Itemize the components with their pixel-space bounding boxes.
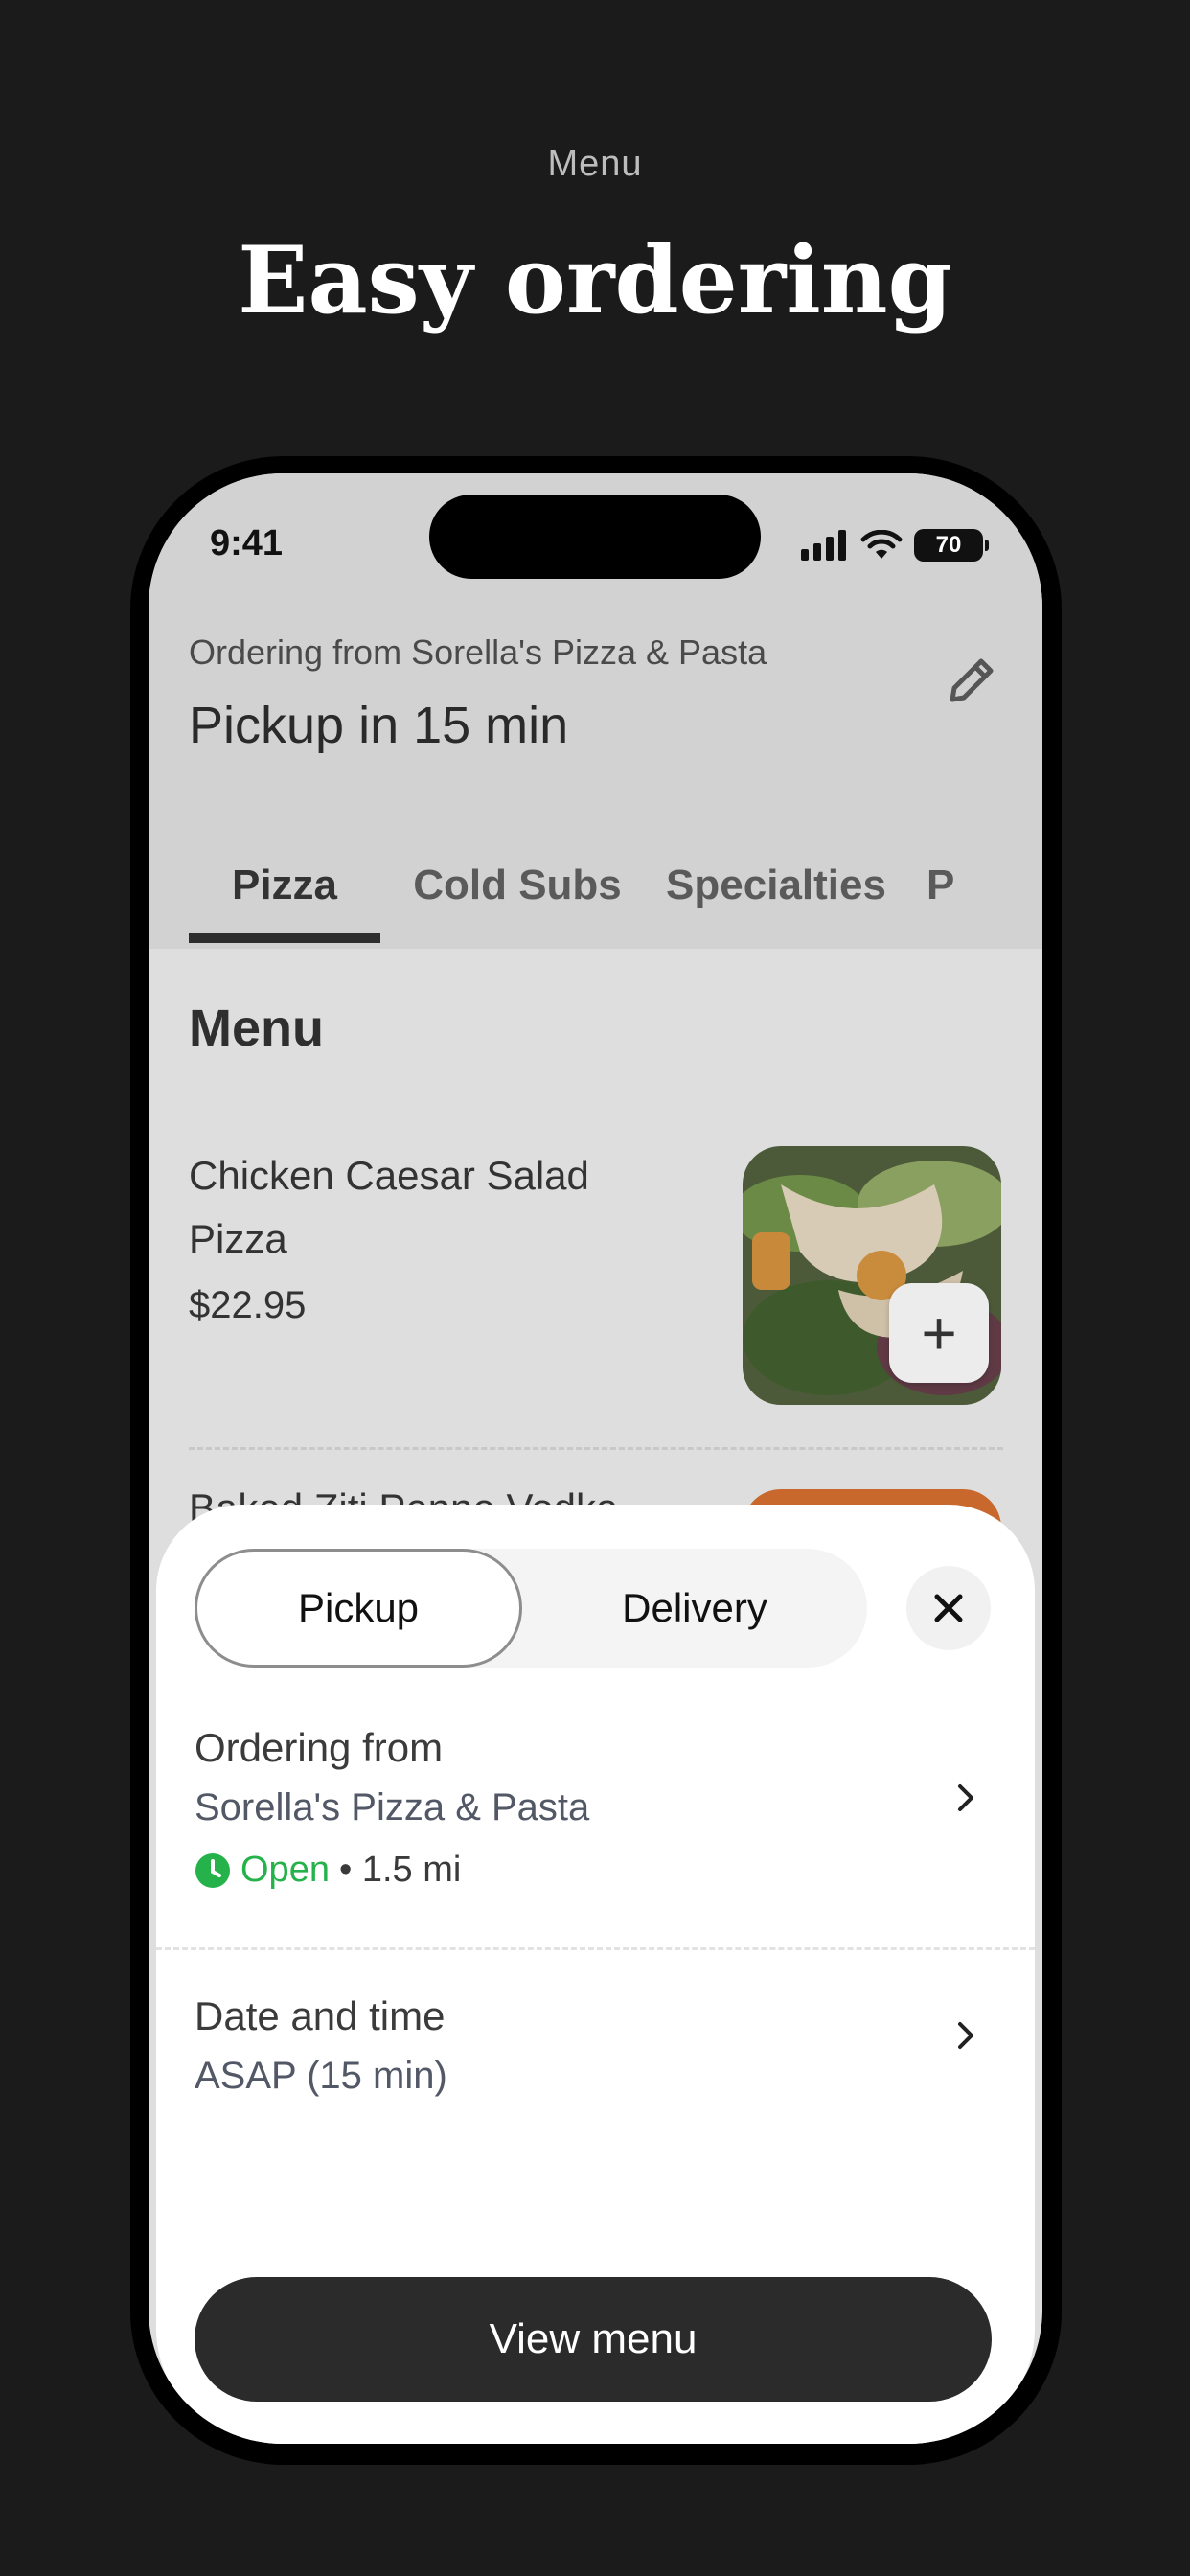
delivery-segment[interactable]: Delivery (522, 1549, 867, 1668)
date-time-label: Date and time (195, 1993, 446, 2038)
status-icons: 70 (801, 529, 989, 562)
order-header: 9:41 70 Ordering from Sorella's Pizza & … (149, 473, 1042, 949)
order-options-sheet: Pickup Delivery Ordering from Sorella's … (156, 1505, 1035, 2444)
close-icon (934, 1594, 963, 1622)
pickup-time-title: Pickup in 15 min (189, 697, 569, 754)
open-status: Open (240, 1850, 330, 1890)
ordering-from-text: Ordering from Sorella's Pizza & Pasta (189, 632, 767, 672)
clock-icon (195, 1852, 230, 1888)
store-status: Open • 1.5 mi (195, 1850, 461, 1891)
add-item-button[interactable]: + (889, 1283, 989, 1383)
tab-specialties[interactable]: Specialties (656, 828, 896, 943)
page-headline: Easy ordering (238, 226, 952, 334)
plus-icon: + (921, 1299, 957, 1368)
menu-item-price: $22.95 (189, 1284, 307, 1326)
phone-screen: 9:41 70 Ordering from Sorella's Pizza & … (149, 473, 1042, 2444)
tab-cold-subs[interactable]: Cold Subs (407, 828, 628, 943)
tab-pizza[interactable]: Pizza (189, 828, 380, 943)
menu-heading: Menu (189, 1000, 324, 1057)
menu-item-name[interactable]: Chicken Caesar Salad Pizza (189, 1144, 649, 1271)
category-tabs: Pizza Cold Subs Specialties P (149, 828, 1042, 943)
wifi-icon (860, 530, 903, 559)
status-time: 9:41 (210, 523, 284, 564)
store-name[interactable]: Sorella's Pizza & Pasta (195, 1786, 589, 1829)
active-tab-indicator (189, 933, 380, 943)
page-eyebrow: Menu (547, 144, 643, 184)
sheet-divider (156, 1947, 1035, 1950)
battery-icon: 70 (914, 529, 989, 562)
tab-next-partial[interactable]: P (927, 828, 984, 943)
store-distance: • 1.5 mi (338, 1850, 462, 1890)
ordering-from-label: Ordering from (195, 1725, 444, 1770)
pickup-segment[interactable]: Pickup (195, 1549, 522, 1668)
cellular-signal-icon (801, 530, 846, 561)
date-time-value[interactable]: ASAP (15 min) (195, 2055, 447, 2098)
chevron-right-icon[interactable] (949, 1781, 983, 1815)
close-button[interactable] (906, 1566, 991, 1650)
chevron-right-icon[interactable] (949, 2018, 983, 2053)
fulfillment-toggle: Pickup Delivery (195, 1549, 867, 1668)
edit-pencil-icon[interactable] (941, 652, 1000, 711)
item-divider (189, 1447, 1003, 1450)
view-menu-button[interactable]: View menu (195, 2277, 992, 2402)
dynamic-island (429, 494, 761, 579)
